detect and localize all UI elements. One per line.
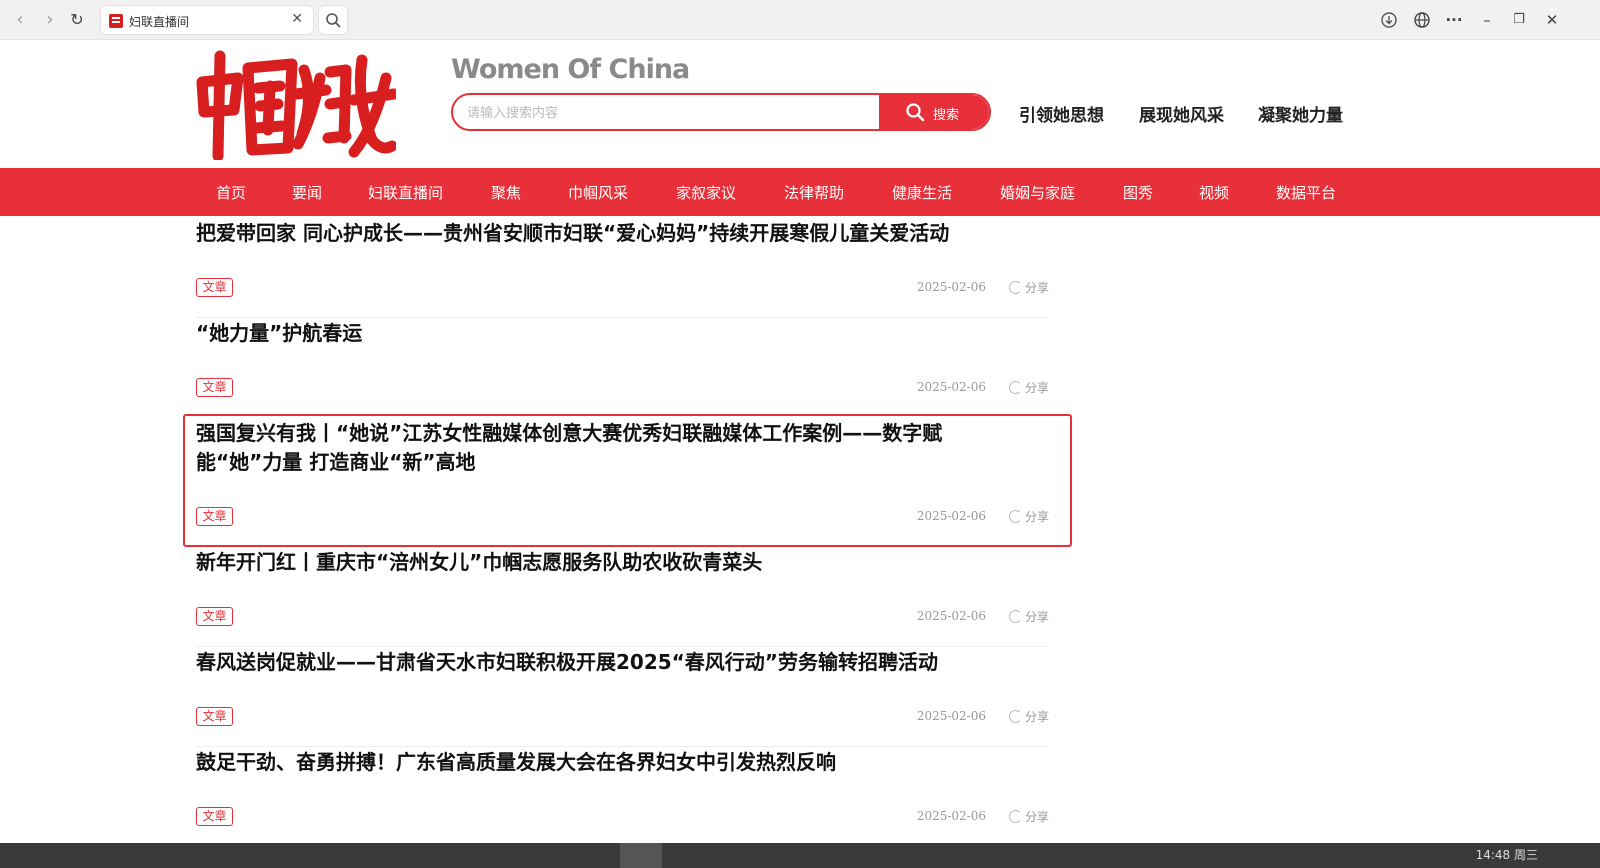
nav-item-marriage[interactable]: 婚姻与家庭 — [1000, 182, 1075, 203]
share-label: 分享 — [1024, 281, 1049, 295]
share-button[interactable]: 分享 — [1008, 708, 1049, 725]
share-button[interactable]: 分享 — [1008, 379, 1049, 396]
browser-tab[interactable]: 妇联直播间 ✕ — [100, 5, 314, 35]
article-item[interactable]: 鼓足干劲、奋勇拼搏！广东省高质量发展大会在各界妇女中引发热烈反响 文章 2025… — [196, 748, 1049, 826]
tab-close-icon[interactable]: ✕ — [291, 11, 303, 27]
article-date: 2025-02-06 — [916, 280, 986, 294]
article-meta: 文章 2025-02-06 分享 — [196, 607, 1049, 627]
share-label: 分享 — [1024, 710, 1049, 724]
nav-item-focus[interactable]: 聚焦 — [491, 182, 521, 203]
article-tag: 文章 — [196, 378, 233, 397]
minimize-icon[interactable]: – — [1477, 10, 1497, 30]
window-close-icon[interactable]: ✕ — [1542, 10, 1562, 30]
article-item[interactable]: 新年开门红丨重庆市“涪州女儿”巾帼志愿服务队助农收砍青菜头 文章 2025-02… — [196, 548, 1049, 647]
article-title[interactable]: “她力量”护航春运 — [196, 319, 1049, 348]
article-title[interactable]: 鼓足干劲、奋勇拼搏！广东省高质量发展大会在各界妇女中引发热烈反响 — [196, 748, 1049, 777]
article-date: 2025-02-06 — [916, 380, 986, 394]
nav-item-health[interactable]: 健康生活 — [892, 182, 952, 203]
divider — [196, 646, 1049, 647]
reload-icon[interactable]: ↻ — [67, 10, 87, 30]
header-link-style[interactable]: 展现她风采 — [1139, 101, 1224, 126]
nav-item-video[interactable]: 视频 — [1199, 182, 1229, 203]
nav-item-home[interactable]: 首页 — [216, 182, 246, 203]
article-meta: 文章 2025-02-06 分享 — [196, 707, 1049, 727]
article-title[interactable]: 春风送岗促就业——甘肃省天水市妇联积极开展2025“春风行动”劳务输转招聘活动 — [196, 648, 1049, 677]
forward-icon[interactable]: › — [40, 10, 60, 30]
article-date: 2025-02-06 — [916, 609, 986, 623]
nav-item-heroines[interactable]: 巾帼风采 — [568, 182, 628, 203]
tab-search-button[interactable] — [318, 5, 348, 35]
article-tag: 文章 — [196, 607, 233, 626]
article-item[interactable]: “她力量”护航春运 文章 2025-02-06 分享 — [196, 319, 1049, 397]
back-icon[interactable]: ‹ — [10, 10, 30, 30]
restore-icon[interactable]: ❐ — [1509, 10, 1529, 30]
globe-icon[interactable] — [1412, 10, 1432, 30]
site-favicon-icon — [109, 14, 123, 28]
divider — [196, 746, 1049, 747]
share-button[interactable]: 分享 — [1008, 279, 1049, 296]
search-input[interactable] — [467, 102, 867, 124]
share-icon — [1008, 381, 1022, 394]
share-icon — [1008, 710, 1022, 723]
search-button-label: 搜索 — [933, 108, 960, 123]
os-taskbar: 14:48 周三 — [0, 843, 1600, 868]
tab-title: 妇联直播间 — [129, 15, 190, 29]
article-item[interactable]: 把爱带回家 同心护成长——贵州省安顺市妇联“爱心妈妈”持续开展寒假儿童关爱活动 … — [196, 219, 1049, 318]
site-search: 搜索 — [451, 93, 991, 131]
article-meta: 文章 2025-02-06 分享 — [196, 807, 1049, 827]
nav-item-legal[interactable]: 法律帮助 — [784, 182, 844, 203]
more-menu-icon[interactable]: ··· — [1444, 10, 1464, 30]
article-tag: 文章 — [196, 707, 233, 726]
article-item[interactable]: 春风送岗促就业——甘肃省天水市妇联积极开展2025“春风行动”劳务输转招聘活动 … — [196, 648, 1049, 747]
divider — [196, 317, 1049, 318]
article-date: 2025-02-06 — [916, 809, 986, 823]
header-link-thought[interactable]: 引领她思想 — [1019, 101, 1104, 126]
article-tag: 文章 — [196, 807, 233, 826]
search-button[interactable]: 搜索 — [879, 95, 989, 129]
nav-item-data[interactable]: 数据平台 — [1276, 182, 1336, 203]
share-button[interactable]: 分享 — [1008, 608, 1049, 625]
share-icon — [1008, 610, 1022, 623]
article-meta: 文章 2025-02-06 分享 — [196, 278, 1049, 298]
site-wordmark: Women Of China — [451, 54, 690, 85]
share-icon — [1008, 810, 1022, 823]
site-header: Women Of China 搜索 引领她思想 展现她风采 凝聚她力量 — [0, 40, 1600, 168]
share-icon — [1008, 281, 1022, 294]
article-date: 2025-02-06 — [916, 709, 986, 723]
browser-toolbar: ‹ › ↻ 妇联直播间 ✕ ··· – ❐ ✕ — [0, 0, 1600, 40]
nav-item-live[interactable]: 妇联直播间 — [368, 182, 443, 203]
share-label: 分享 — [1024, 610, 1049, 624]
header-link-power[interactable]: 凝聚她力量 — [1258, 101, 1343, 126]
main-nav: 首页 要闻 妇联直播间 聚焦 巾帼风采 家叙家议 法律帮助 健康生活 婚姻与家庭… — [0, 168, 1600, 216]
article-title[interactable]: 新年开门红丨重庆市“涪州女儿”巾帼志愿服务队助农收砍青菜头 — [196, 548, 1049, 577]
nav-item-photos[interactable]: 图秀 — [1123, 182, 1153, 203]
share-label: 分享 — [1024, 810, 1049, 824]
share-button[interactable]: 分享 — [1008, 808, 1049, 825]
share-label: 分享 — [1024, 381, 1049, 395]
nav-item-news[interactable]: 要闻 — [292, 182, 322, 203]
article-meta: 文章 2025-02-06 分享 — [196, 378, 1049, 398]
search-icon — [326, 13, 341, 28]
taskbar-clock: 14:48 周三 — [1475, 848, 1538, 862]
article-tag: 文章 — [196, 278, 233, 297]
nav-item-family-talk[interactable]: 家叙家议 — [676, 182, 736, 203]
article-title[interactable]: 把爱带回家 同心护成长——贵州省安顺市妇联“爱心妈妈”持续开展寒假儿童关爱活动 — [196, 219, 1049, 248]
download-icon[interactable] — [1379, 10, 1399, 30]
taskbar-app[interactable] — [620, 843, 662, 868]
site-logo[interactable] — [196, 48, 400, 162]
selection-highlight-box — [183, 414, 1072, 547]
search-icon — [906, 103, 925, 122]
